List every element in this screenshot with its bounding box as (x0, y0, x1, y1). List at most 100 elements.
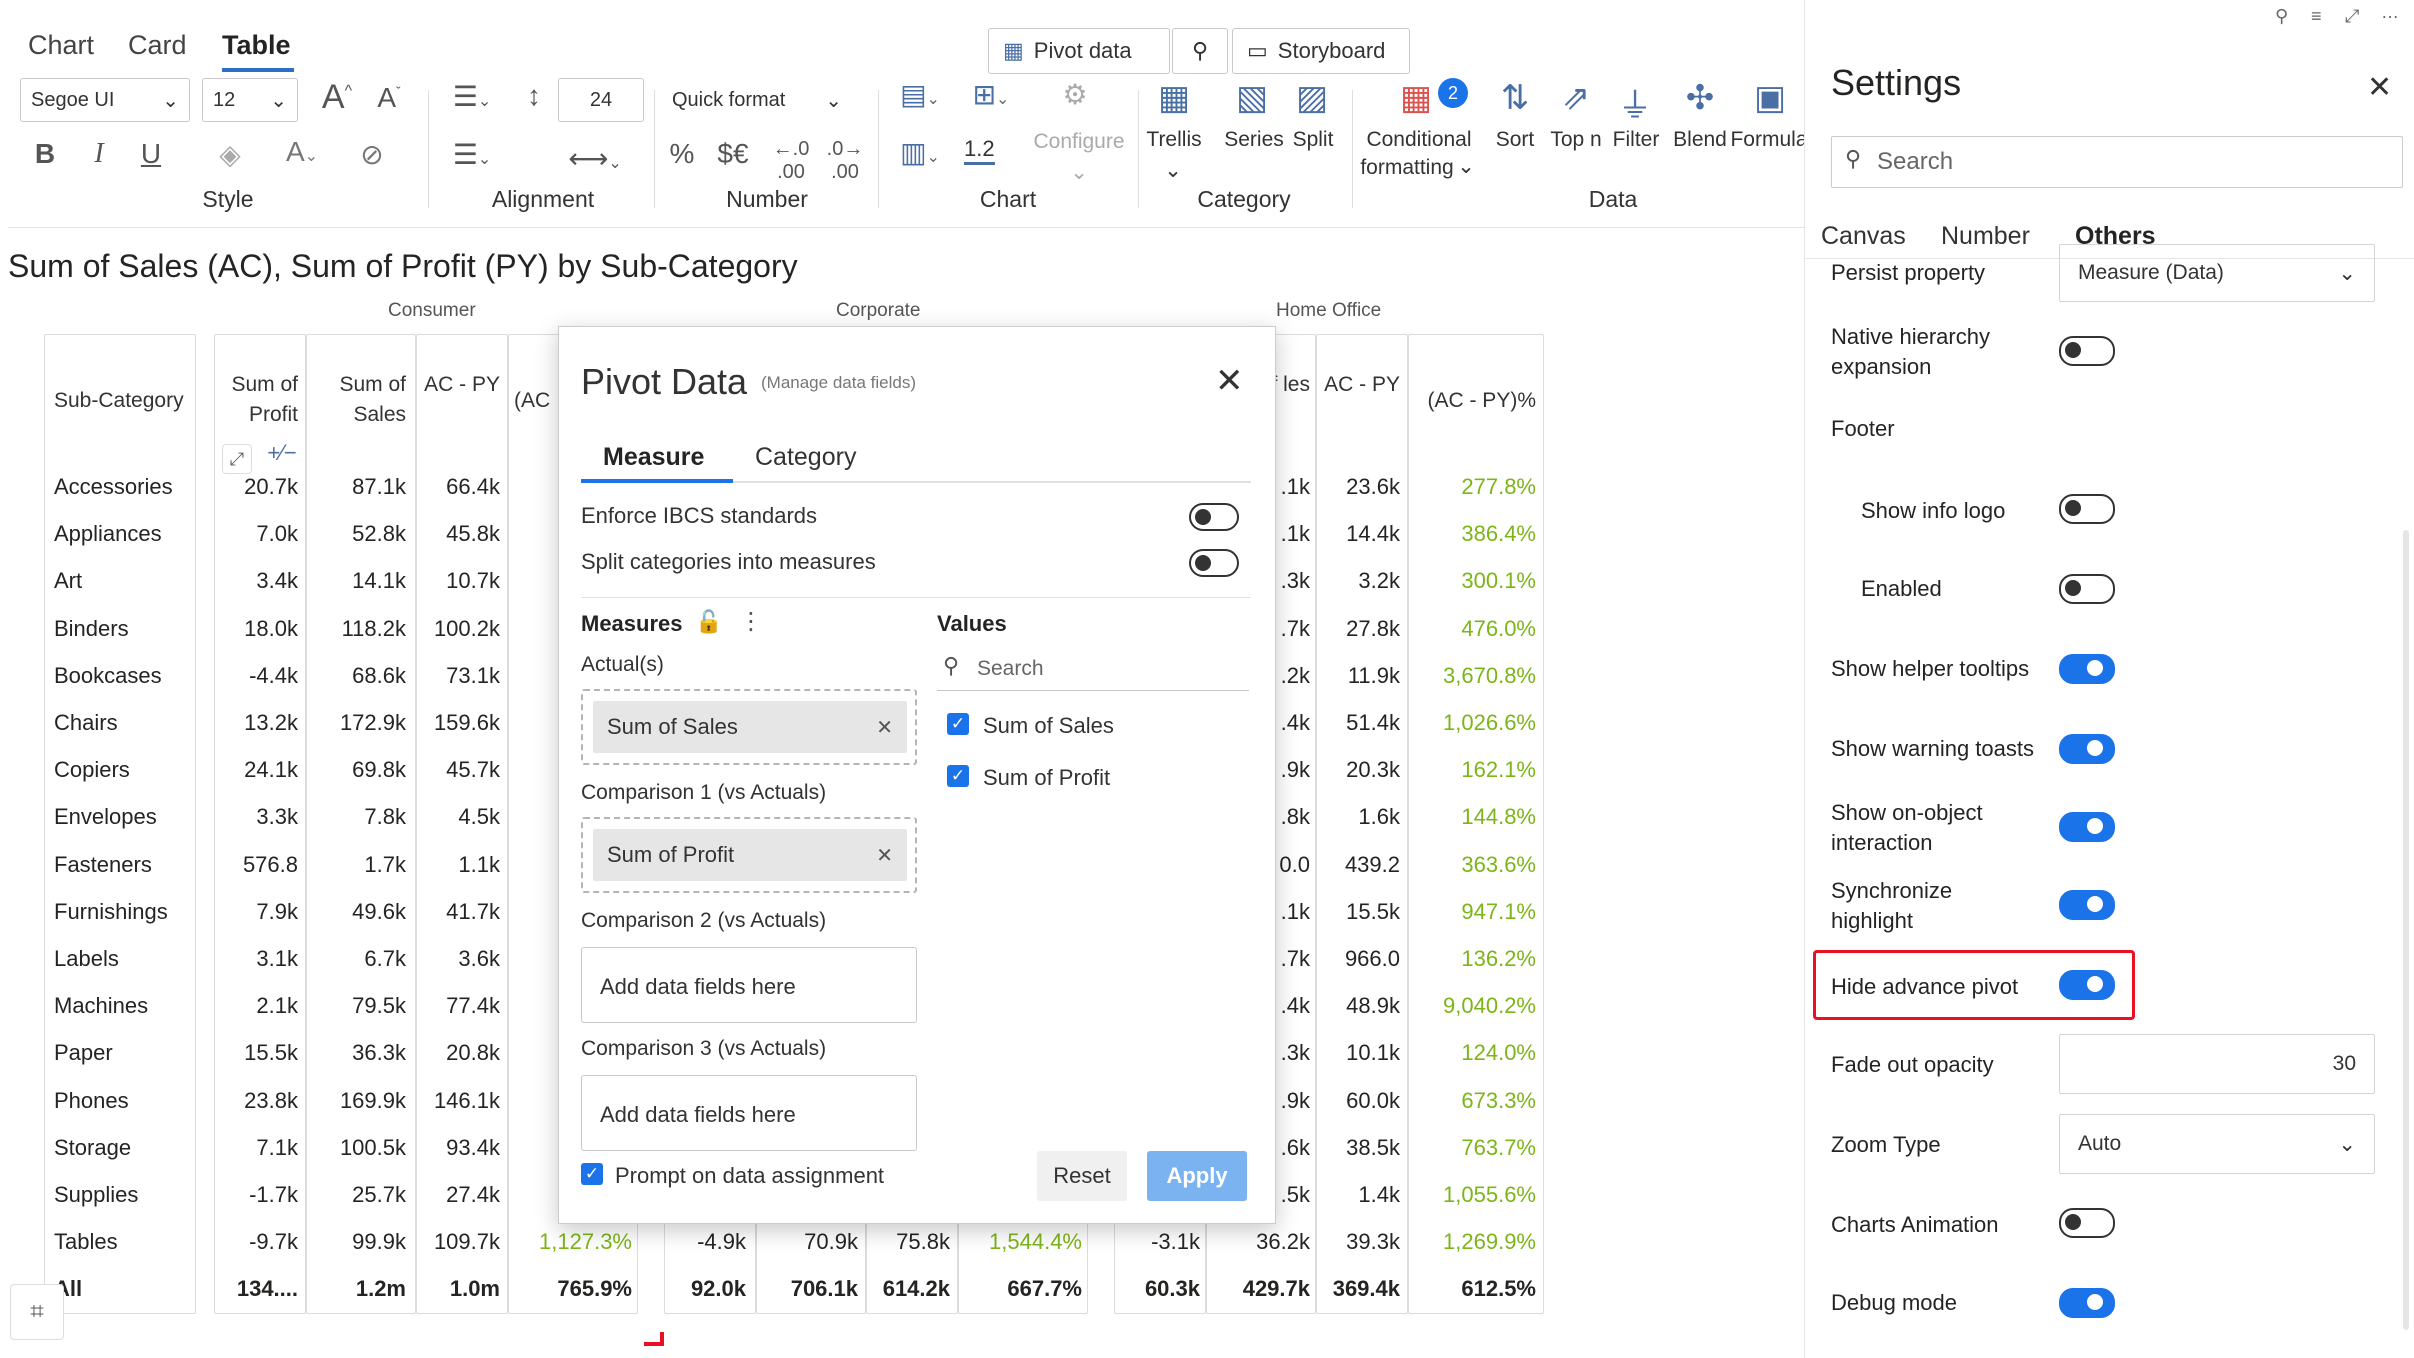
split-button[interactable]: Split (1282, 128, 1344, 152)
vertical-align-icon[interactable]: ☰⌄ (440, 138, 504, 171)
underline-icon[interactable]: U (136, 138, 166, 170)
comparison-3-drop-zone[interactable]: Add data fields here (581, 1075, 917, 1151)
category-label: Tables (54, 1229, 118, 1255)
top-n-button[interactable]: Top n (1542, 128, 1610, 152)
increase-font-icon[interactable]: A^ (316, 78, 358, 117)
expand-icon[interactable]: ⤢ (2345, 6, 2359, 27)
storyboard-button[interactable]: ▭ Storyboard (1232, 28, 1410, 74)
chart-layout-icon[interactable]: ▤⌄ (888, 78, 952, 111)
filter-icon[interactable]: ≡ (2311, 6, 2322, 27)
comparison-1-field-chip[interactable]: Sum of Profit ✕ (593, 829, 907, 881)
table-cell: 1.1k (458, 851, 500, 877)
filter-settings-button[interactable]: ⚲ (1172, 28, 1228, 74)
horizontal-align-icon[interactable]: ☰⌄ (440, 80, 504, 113)
column-width-icon[interactable]: ⟷⌄ (560, 142, 630, 175)
series-button[interactable]: Series (1216, 128, 1292, 152)
charts-animation-toggle[interactable] (2059, 1208, 2115, 1238)
value-profit-checkbox[interactable]: ✓ (947, 765, 969, 787)
helper-tooltips-toggle[interactable] (2059, 654, 2115, 684)
enabled-toggle[interactable] (2059, 574, 2115, 604)
on-object-interaction-toggle[interactable] (2059, 812, 2115, 842)
percent-icon[interactable]: % (664, 138, 700, 170)
line-height-input[interactable]: 24 (558, 78, 644, 122)
on-object-toggle-icon[interactable]: ⌗ (10, 1284, 64, 1340)
sort-button[interactable]: Sort (1488, 128, 1542, 152)
chart-rows-icon[interactable]: ▥⌄ (888, 136, 952, 169)
chart-arrange-icon[interactable]: ⊞⌄ (956, 78, 1026, 111)
pivot-data-button[interactable]: ▦ Pivot data (988, 28, 1170, 74)
fade-out-opacity-input[interactable]: 30 (2059, 1034, 2375, 1094)
remove-icon[interactable]: ✕ (876, 715, 893, 740)
values-search-input[interactable]: Search (977, 657, 1044, 681)
tab-measure[interactable]: Measure (603, 443, 704, 472)
split-categories-toggle[interactable] (1189, 549, 1239, 577)
line-height-icon[interactable]: ↕ (516, 80, 552, 112)
tab-canvas[interactable]: Canvas (1821, 222, 1906, 251)
lock-icon[interactable]: 🔓 (695, 609, 722, 635)
group-data-label: Data (1588, 186, 1638, 212)
enforce-ibcs-toggle[interactable] (1189, 503, 1239, 531)
more-options-icon[interactable]: ⋮ (739, 607, 763, 636)
decrease-decimal-icon[interactable]: .0→ .00 (822, 138, 868, 184)
pivot-data-dialog: Pivot Data (Manage data fields) ✕ Measur… (558, 326, 1276, 1224)
table-cell: 673.3% (1461, 1087, 1536, 1113)
quick-format-select[interactable]: Quick format ⌄ (662, 78, 852, 122)
italic-icon[interactable]: I (84, 138, 114, 170)
reset-button[interactable]: Reset (1037, 1151, 1127, 1201)
comparison-2-label: Comparison 2 (vs Actuals) (581, 909, 827, 932)
warning-toasts-toggle[interactable] (2059, 734, 2115, 764)
decimal-setting[interactable]: 1.2 (964, 136, 995, 165)
debug-mode-toggle[interactable] (2059, 1288, 2115, 1318)
more-icon[interactable]: … (2381, 2, 2399, 23)
tab-category[interactable]: Category (755, 443, 856, 472)
apply-button[interactable]: Apply (1147, 1151, 1247, 1201)
hide-icon[interactable]: ⊘ (352, 138, 392, 171)
zoom-type-select[interactable]: Auto ⌄ (2059, 1114, 2375, 1174)
bold-icon[interactable]: B (30, 138, 60, 170)
font-family-select[interactable]: Segoe UI ⌄ (20, 78, 190, 122)
show-info-logo-toggle[interactable] (2059, 494, 2115, 524)
expand-icon[interactable]: ⤢ (222, 444, 252, 474)
configure-button[interactable]: Configure (1024, 130, 1134, 154)
pin-icon[interactable]: ⚲ (2275, 6, 2288, 27)
tab-table[interactable]: Table (222, 30, 291, 61)
add-column-icon[interactable]: +⁄− (262, 440, 302, 476)
font-color-icon[interactable]: A⌄ (272, 136, 332, 168)
font-size-select[interactable]: 12 ⌄ (202, 78, 298, 122)
tab-chart[interactable]: Chart (28, 30, 94, 61)
tab-number[interactable]: Number (1941, 222, 2030, 251)
close-icon[interactable]: ✕ (2367, 70, 2392, 105)
conditional-formatting-icon: ▦ (1399, 79, 1433, 117)
formula-button[interactable]: Formula (1730, 128, 1808, 152)
hide-advance-pivot-toggle[interactable] (2059, 970, 2115, 1000)
chevron-down-icon: ⌄ (2338, 1132, 2356, 1156)
fill-color-icon[interactable]: ◈ (212, 138, 248, 171)
settings-search-input[interactable]: Search (1877, 148, 1953, 176)
conditional-formatting-button[interactable]: formatting (1342, 156, 1472, 180)
resize-handle-icon[interactable] (644, 1332, 664, 1346)
remove-icon[interactable]: ✕ (876, 843, 893, 868)
category-label: Supplies (54, 1182, 139, 1207)
native-hierarchy-toggle[interactable] (2059, 336, 2115, 366)
filter-button[interactable]: Filter (1608, 128, 1664, 152)
table-cell: 77.4k (446, 993, 500, 1019)
table-cell: 51.4k (1346, 710, 1400, 735)
table-cell: 3.2k (1358, 568, 1400, 594)
decrease-font-icon[interactable]: Aˇ (368, 82, 410, 114)
close-icon[interactable]: ✕ (1215, 361, 1244, 401)
prompt-checkbox[interactable]: ✓ (581, 1163, 603, 1185)
table-cell: 9,040.2% (1443, 993, 1536, 1019)
settings-scrollbar[interactable] (2403, 530, 2409, 1330)
comparison-2-drop-zone[interactable]: Add data fields here (581, 947, 917, 1023)
currency-icon[interactable]: $€ (710, 138, 756, 170)
increase-decimal-icon[interactable]: ←.0.00 (768, 138, 814, 184)
synchronize-highlight-toggle[interactable] (2059, 890, 2115, 920)
persist-property-select[interactable]: Measure (Data) ⌄ (2059, 244, 2375, 302)
tab-active-indicator (581, 479, 733, 483)
blend-button[interactable]: Blend (1668, 128, 1732, 152)
actual-field-chip[interactable]: Sum of Sales ✕ (593, 701, 907, 753)
table-cell: 7.1k (256, 1134, 298, 1160)
tab-card[interactable]: Card (128, 30, 187, 61)
value-sales-checkbox[interactable]: ✓ (947, 713, 969, 735)
trellis-button[interactable]: Trellis (1134, 128, 1214, 152)
